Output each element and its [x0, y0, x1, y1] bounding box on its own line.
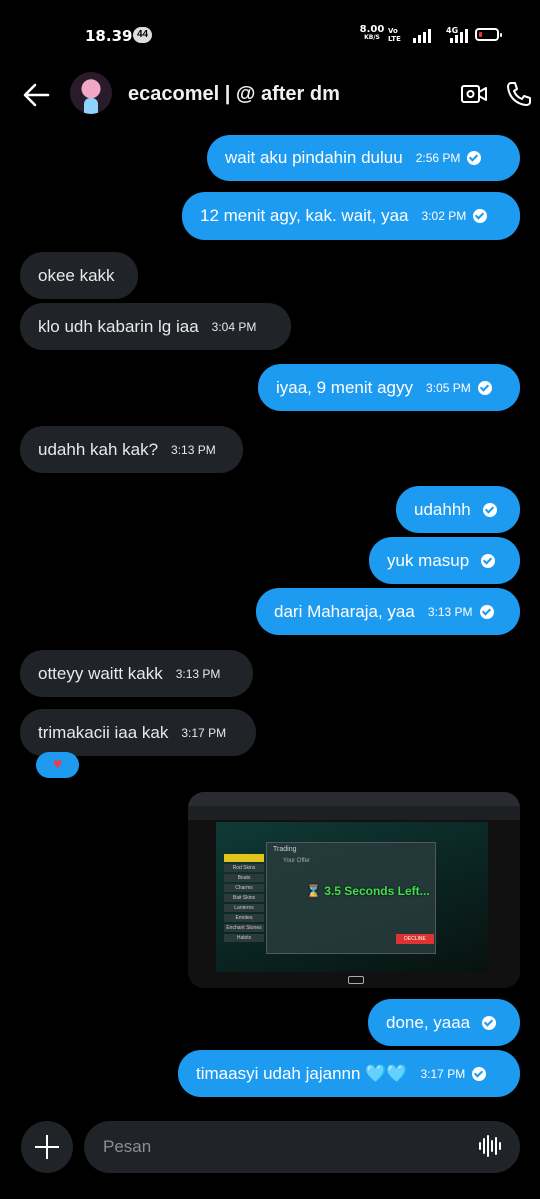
message-text: klo udh kabarin lg iaa — [38, 316, 199, 336]
message-bubble-outgoing[interactable]: wait aku pindahin duluu 2:56 PM — [207, 135, 520, 181]
read-check-icon — [481, 553, 496, 568]
status-bar: 18.39 44 8.00 KB/S Vo LTE 4G — [0, 0, 540, 70]
message-bubble-outgoing[interactable]: 12 menit agy, kak. wait, yaa 3:02 PM — [182, 192, 520, 240]
game-menu: Rod Skins Boats Charms Bait Skins Lanter… — [224, 854, 264, 944]
countdown-text: ⌛ 3.5 Seconds Left... — [306, 884, 430, 898]
message-input-placeholder: Pesan — [103, 1137, 152, 1156]
message-time: 3:05 PM — [426, 380, 471, 395]
message-composer: Pesan — [0, 1118, 540, 1178]
game-menu-item: Boats — [224, 874, 264, 882]
heart-reaction[interactable]: ♥ — [36, 752, 79, 778]
message-text: 12 menit agy, kak. wait, yaa — [200, 206, 409, 225]
browser-tab-bar — [188, 792, 520, 806]
game-menu-item: Charms — [224, 884, 264, 892]
message-bubble-outgoing[interactable]: timaasyi udah jajannn 🩵🩵 3:17 PM — [178, 1050, 520, 1097]
game-menu-item: Rod Skins — [224, 864, 264, 872]
image-attachment[interactable]: Rod Skins Boats Charms Bait Skins Lanter… — [188, 792, 520, 988]
message-text: otteyy waitt kakk — [38, 663, 163, 683]
read-check-icon — [482, 1015, 497, 1030]
home-icon — [348, 976, 364, 984]
game-menu-item: Enchant Stones — [224, 924, 264, 932]
message-time: 3:13 PM — [175, 666, 221, 681]
message-bubble-outgoing[interactable]: iyaa, 9 menit agyy 3:05 PM — [258, 364, 520, 411]
message-bubble-incoming[interactable]: otteyy waitt kakk 3:13 PM — [20, 650, 253, 697]
volte-icon: Vo LTE — [388, 27, 401, 43]
read-check-icon — [472, 1066, 487, 1081]
conversation-title[interactable]: ecacomel | @ after dm — [128, 83, 340, 106]
read-check-icon — [477, 380, 492, 395]
conversation-header: ecacomel | @ after dm — [0, 70, 540, 122]
volte-label: Vo — [388, 27, 398, 35]
game-menu-item: Lanterns — [224, 904, 264, 912]
notification-count-badge: 44 — [133, 27, 152, 43]
browser-address-bar — [188, 806, 520, 820]
message-time: 3:17 PM — [420, 1066, 466, 1081]
message-bubble-incoming[interactable]: klo udh kabarin lg iaa 3:04 PM — [20, 303, 291, 350]
message-text: done, yaaa — [386, 1012, 471, 1032]
message-text: dari Maharaja, yaa — [274, 601, 415, 621]
lte-label: LTE — [388, 35, 401, 43]
signal-icon — [413, 27, 431, 43]
message-text: timaasyi udah jajannn 🩵🩵 — [196, 1063, 408, 1083]
game-menu-item: Emotes — [224, 914, 264, 922]
game-menu-item: Habits — [224, 934, 264, 942]
read-check-icon — [482, 502, 497, 517]
add-attachment-button[interactable] — [21, 1121, 73, 1173]
message-text: yuk masup — [387, 550, 470, 570]
back-arrow-icon[interactable] — [22, 82, 50, 108]
message-bubble-incoming[interactable]: trimakacii iaa kak 3:17 PM — [20, 709, 256, 756]
trading-title: Trading — [273, 846, 297, 853]
status-time: 18.39 — [85, 27, 133, 45]
message-text: trimakacii iaa kak — [38, 722, 169, 742]
phone-icon[interactable] — [505, 80, 533, 108]
avatar[interactable] — [70, 72, 112, 114]
message-time: 3:13 PM — [427, 604, 473, 619]
message-text: okee kakk — [38, 265, 115, 285]
signal-2-icon — [450, 27, 468, 43]
decline-button: DECLINE — [396, 934, 434, 944]
message-bubble-outgoing[interactable]: yuk masup — [369, 537, 520, 584]
network-speed-unit: KB/S — [364, 34, 380, 41]
message-time: 3:02 PM — [421, 209, 467, 223]
message-bubble-incoming[interactable]: okee kakk — [20, 252, 138, 299]
message-bubble-outgoing[interactable]: done, yaaa — [368, 999, 520, 1046]
your-offer-label: Your Offer — [283, 858, 311, 864]
message-bubble-outgoing[interactable]: udahhh — [396, 486, 520, 533]
read-check-icon — [467, 151, 482, 165]
message-time: 3:13 PM — [171, 442, 216, 457]
message-text: iyaa, 9 menit agyy — [276, 377, 414, 397]
message-time: 3:17 PM — [181, 725, 227, 740]
android-nav-bar — [188, 972, 520, 988]
message-time: 2:56 PM — [415, 151, 461, 165]
message-bubble-incoming[interactable]: udahh kah kak? 3:13 PM — [20, 426, 243, 473]
battery-icon — [475, 28, 502, 41]
message-text: udahhh — [414, 499, 471, 519]
game-menu-item: Bait Skins — [224, 894, 264, 902]
message-text: wait aku pindahin duluu — [225, 148, 403, 167]
heart-icon: ♥ — [52, 756, 63, 773]
voice-message-icon[interactable] — [479, 1134, 503, 1158]
read-check-icon — [473, 209, 488, 223]
message-time: 3:04 PM — [211, 319, 257, 334]
network-speed: 8.00 KB/S — [357, 25, 387, 42]
read-check-icon — [479, 604, 494, 619]
message-input[interactable]: Pesan — [84, 1121, 520, 1173]
video-call-icon[interactable] — [460, 82, 488, 106]
message-text: udahh kah kak? — [38, 439, 159, 459]
message-list[interactable]: wait aku pindahin duluu 2:56 PM 12 menit… — [0, 122, 540, 1122]
message-bubble-outgoing[interactable]: dari Maharaja, yaa 3:13 PM — [256, 588, 520, 635]
